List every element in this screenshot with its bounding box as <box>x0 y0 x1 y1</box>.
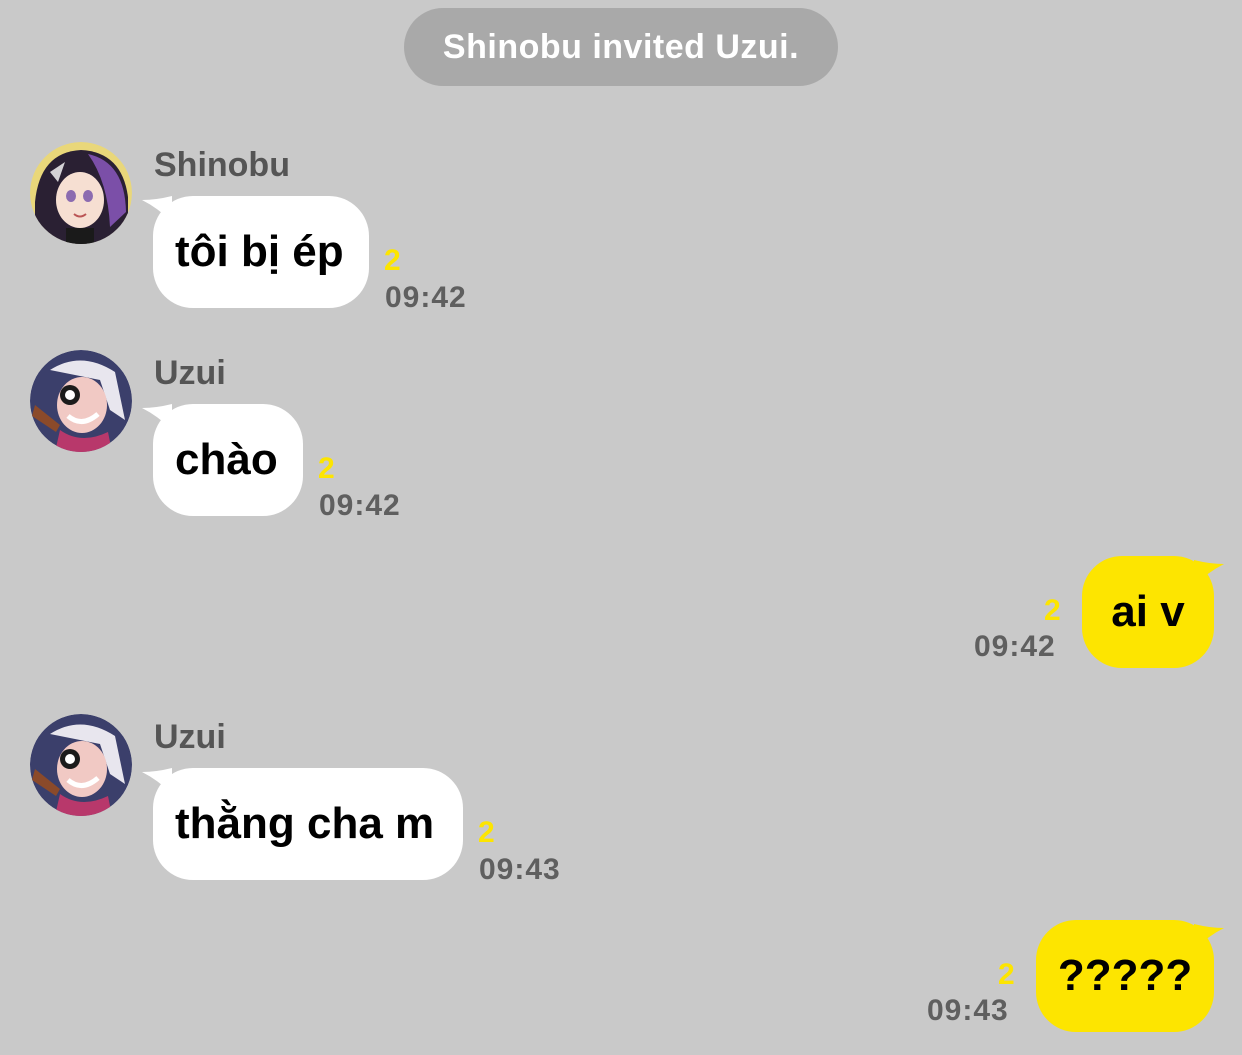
message-bubble[interactable]: ????? <box>1036 920 1214 1032</box>
unread-count: 2 <box>1044 594 1061 627</box>
message-time: 09:43 <box>927 994 1009 1027</box>
message-time: 09:43 <box>479 853 561 886</box>
message-time: 09:42 <box>974 630 1056 663</box>
sender-name: Uzui <box>154 718 226 756</box>
message-text: ????? <box>1057 951 1193 1000</box>
message-text: thằng cha m <box>175 799 435 848</box>
message-text: tôi bị ép <box>175 227 344 276</box>
avatar-shinobu[interactable] <box>30 142 132 244</box>
message-time: 09:42 <box>319 489 401 522</box>
system-message-text: Shinobu invited Uzui. <box>442 27 800 66</box>
system-message: Shinobu invited Uzui. <box>404 8 838 86</box>
unread-count: 2 <box>998 958 1015 991</box>
message-bubble[interactable]: tôi bị ép <box>153 196 369 308</box>
unread-count: 2 <box>478 816 495 849</box>
unread-count: 2 <box>384 244 401 277</box>
message-time: 09:42 <box>385 281 467 314</box>
unread-count: 2 <box>318 452 335 485</box>
sender-name: Shinobu <box>154 146 290 184</box>
message-bubble[interactable]: ai v <box>1082 556 1214 668</box>
message-bubble[interactable]: chào <box>153 404 303 516</box>
message-bubble[interactable]: thằng cha m <box>153 768 463 880</box>
avatar-uzui[interactable] <box>30 714 132 816</box>
avatar-uzui[interactable] <box>30 350 132 452</box>
message-text: ai v <box>1111 587 1185 636</box>
sender-name: Uzui <box>154 354 226 392</box>
message-text: chào <box>175 435 278 484</box>
